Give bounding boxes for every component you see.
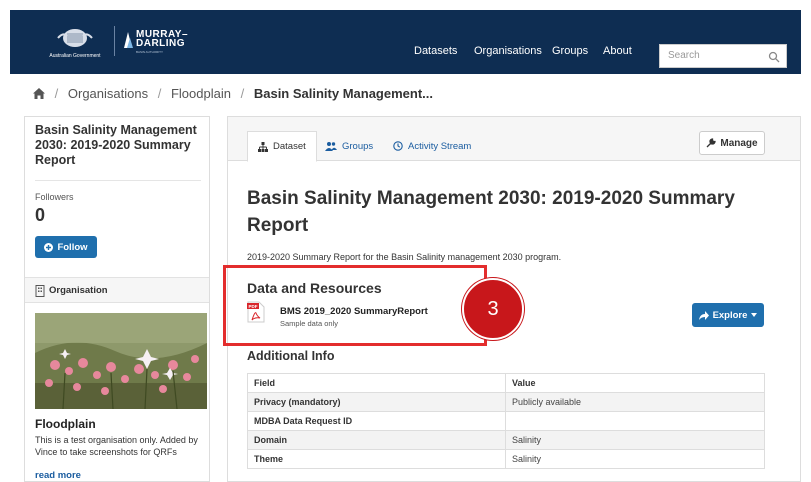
- nav-groups[interactable]: Groups: [552, 45, 588, 57]
- tab-dataset[interactable]: Dataset: [247, 131, 317, 162]
- follow-label: Follow: [57, 241, 88, 253]
- additional-info-table: Field Value Privacy (mandatory) Publicly…: [247, 373, 765, 469]
- followers-count: 0: [35, 205, 46, 225]
- annotation-step-badge: 3: [462, 278, 524, 340]
- building-icon: [35, 285, 45, 297]
- sidebar-dataset-title: Basin Salinity Management 2030: 2019-202…: [35, 123, 197, 167]
- dataset-title: Basin Salinity Management 2030: 2019-202…: [247, 188, 735, 236]
- breadcrumb-organisations[interactable]: Organisations: [68, 86, 148, 101]
- users-icon: [325, 142, 337, 151]
- additional-info-heading: Additional Info: [247, 349, 335, 363]
- table-header-row: Field Value: [247, 373, 765, 393]
- brand-line2: DARLING: [136, 38, 186, 49]
- column-header-field: Field: [247, 373, 506, 393]
- table-cell-value: Salinity: [505, 430, 765, 450]
- table-row: Domain Salinity: [247, 430, 765, 450]
- share-arrow-icon: [698, 310, 709, 320]
- tab-dataset-label: Dataset: [273, 141, 306, 152]
- breadcrumb-current[interactable]: Basin Salinity Management...: [254, 86, 433, 101]
- tab-activity-stream[interactable]: Activity Stream: [393, 131, 471, 161]
- organisation-name[interactable]: Floodplain: [35, 417, 96, 431]
- floodplain-flowers-image: [35, 313, 207, 409]
- plus-circle-icon: [44, 242, 54, 252]
- read-more-link[interactable]: read more: [35, 470, 81, 481]
- dataset-description: 2019-2020 Summary Report for the Basin S…: [247, 252, 562, 262]
- mdba-mark-icon: [124, 32, 133, 48]
- site-header: Australian Government MURRAY– DARLING BA…: [10, 10, 801, 74]
- table-cell-field: Domain: [247, 430, 506, 450]
- clock-icon: [393, 141, 403, 151]
- explore-label: Explore: [712, 309, 748, 321]
- table-cell-value: [505, 411, 765, 431]
- wrench-icon: [706, 138, 717, 148]
- table-cell-field: Privacy (mandatory): [247, 392, 506, 412]
- table-row: Privacy (mandatory) Publicly available: [247, 392, 765, 412]
- tab-groups[interactable]: Groups: [325, 131, 373, 161]
- divider: [35, 180, 201, 181]
- column-header-value: Value: [505, 373, 765, 393]
- search-placeholder: Search: [668, 50, 700, 61]
- top-strip: [0, 0, 811, 10]
- followers-label: Followers: [35, 192, 74, 202]
- sitemap-icon: [258, 141, 268, 152]
- logo-divider: [114, 26, 115, 56]
- coat-of-arms-icon: Australian Government: [49, 29, 101, 59]
- explore-button[interactable]: Explore: [692, 303, 764, 327]
- organisation-description: This is a test organisation only. Added …: [35, 435, 198, 457]
- annotation-highlight-box: [223, 265, 487, 346]
- tab-groups-label: Groups: [342, 140, 374, 152]
- brand-line3: BASIN AUTHORITY: [136, 50, 164, 54]
- tab-activity-stream-label: Activity Stream: [408, 140, 472, 152]
- sidebar: Basin Salinity Management 2030: 2019-202…: [24, 116, 210, 482]
- manage-button[interactable]: Manage: [699, 131, 765, 155]
- mdba-logo[interactable]: MURRAY– DARLING BASIN AUTHORITY: [122, 28, 192, 58]
- organisation-heading: Organisation: [25, 277, 209, 303]
- home-icon[interactable]: [33, 88, 45, 99]
- table-row: Theme Salinity: [247, 449, 765, 469]
- table-cell-value: Salinity: [505, 449, 765, 469]
- nav-datasets[interactable]: Datasets: [414, 45, 457, 57]
- search-input[interactable]: Search: [659, 44, 787, 68]
- table-cell-value: Publicly available: [505, 392, 765, 412]
- table-cell-field: MDBA Data Request ID: [247, 411, 506, 431]
- table-row: MDBA Data Request ID: [247, 411, 765, 431]
- nav-organisations[interactable]: Organisations: [474, 45, 542, 57]
- manage-label: Manage: [720, 137, 758, 149]
- organisation-heading-label: Organisation: [49, 285, 108, 296]
- search-icon[interactable]: [768, 51, 780, 63]
- organisation-photo[interactable]: [35, 313, 207, 409]
- nav-about[interactable]: About: [603, 45, 632, 57]
- caret-down-icon: [751, 313, 758, 317]
- table-cell-field: Theme: [247, 449, 506, 469]
- breadcrumb: / Organisations / Floodplain / Basin Sal…: [33, 86, 433, 101]
- tab-bar: Dataset Groups Activity Stream Manage: [228, 117, 800, 162]
- australian-government-logo[interactable]: Australian Government: [40, 24, 110, 62]
- breadcrumb-floodplain[interactable]: Floodplain: [171, 86, 231, 101]
- svg-text:Australian Government: Australian Government: [49, 53, 101, 59]
- follow-button[interactable]: Follow: [35, 236, 97, 258]
